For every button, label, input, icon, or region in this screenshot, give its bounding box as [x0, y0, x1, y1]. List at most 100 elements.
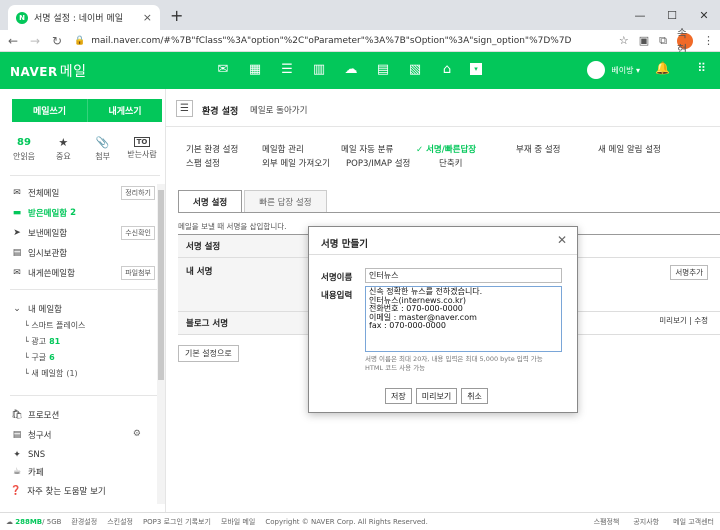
- mail-app-icon[interactable]: ✉: [214, 60, 232, 78]
- folder-bills[interactable]: ▤ 청구서 ⚙: [10, 425, 155, 445]
- read-receipt-button[interactable]: 수신확인: [121, 226, 155, 240]
- mailbox-drafts[interactable]: ▤ 임시보관함: [10, 243, 155, 263]
- memo-app-icon[interactable]: ▥: [310, 60, 328, 78]
- menu-absence[interactable]: 부재 중 설정: [516, 143, 561, 155]
- folder-branch-icon: └: [24, 320, 32, 330]
- grid-menu-icon[interactable]: ⠿: [697, 61, 706, 75]
- edit-link[interactable]: 수정: [694, 316, 708, 325]
- cancel-button[interactable]: 취소: [461, 388, 488, 404]
- menu-basic[interactable]: 기본 환경 설정: [186, 143, 238, 155]
- help-link[interactable]: ❓ 자주 찾는 도움말 보기: [10, 485, 106, 497]
- preview-link[interactable]: 미리보기: [659, 316, 687, 325]
- quick-recipient[interactable]: TO 받는사람: [124, 135, 160, 162]
- calendar-app-icon[interactable]: ▦: [246, 60, 264, 78]
- reset-defaults-button[interactable]: 기본 설정으로: [178, 345, 239, 362]
- address-bar: ← → ↻ 🔒 mail.naver.com/#%7B"fClass"%3A"o…: [0, 27, 720, 56]
- footer-link[interactable]: 모바일 메일: [221, 517, 255, 527]
- menu-pop3[interactable]: POP3/IMAP 설정: [346, 157, 410, 169]
- menu-auto-sort[interactable]: 메일 자동 분류: [341, 143, 393, 155]
- menu-shortcut[interactable]: 단축키: [439, 157, 462, 169]
- row-my-sig: 내 서명: [178, 258, 308, 311]
- mailbox-inbox[interactable]: ▬ 받은메일함 2: [10, 203, 155, 223]
- bookmark-star-icon[interactable]: ☆: [619, 34, 629, 47]
- naver-mail-logo[interactable]: NAVER 메일: [10, 61, 87, 81]
- quick-label: 받는사람: [127, 150, 157, 159]
- more-apps-icon[interactable]: ▾: [470, 63, 482, 75]
- envelope-icon: ✉: [13, 188, 21, 198]
- footer-link[interactable]: 스킨설정: [107, 517, 133, 527]
- bell-icon[interactable]: 🔔: [655, 61, 670, 75]
- row-blog-sig: 블로그 서명: [178, 312, 308, 334]
- footer-link[interactable]: 스팸정책: [594, 517, 620, 527]
- mailbox-sent[interactable]: ➤ 보낸메일함 수신확인: [10, 223, 155, 243]
- signature-content-textarea[interactable]: 신속 정확한 뉴스를 전하겠습니다. 인터뉴스(internews.co.kr)…: [365, 286, 562, 352]
- office-app-icon[interactable]: ▤: [374, 60, 392, 78]
- folder-item[interactable]: └ 광고 81: [10, 333, 155, 349]
- signature-name-input[interactable]: [365, 268, 562, 283]
- home-app-icon[interactable]: ⌂: [438, 60, 456, 78]
- menu-spam[interactable]: 스팸 설정: [186, 157, 220, 169]
- minimize-icon[interactable]: —: [624, 0, 656, 30]
- footer-link[interactable]: 환경설정: [71, 517, 97, 527]
- write-mail-button[interactable]: 메일쓰기: [12, 99, 87, 122]
- shopping-bag-icon: 🛍: [11, 410, 23, 420]
- tab-close-icon[interactable]: ×: [143, 11, 152, 24]
- write-self-button[interactable]: 내게쓰기: [87, 99, 162, 122]
- naver-favicon-icon: N: [16, 11, 28, 24]
- hamburger-icon[interactable]: ☰: [176, 100, 193, 117]
- menu-mailbox-mgmt[interactable]: 메일함 관리: [262, 143, 304, 155]
- forward-icon[interactable]: →: [26, 34, 44, 48]
- folder-name: 스마트 플레이스: [31, 320, 86, 330]
- preview-button[interactable]: 미리보기: [415, 388, 458, 404]
- scrollbar-thumb[interactable]: [158, 190, 164, 380]
- tab-quick-reply[interactable]: 빠른 답장 설정: [244, 190, 327, 212]
- menu-import[interactable]: 외부 메일 가져오기: [262, 157, 330, 169]
- quick-unread[interactable]: 89 안읽음: [6, 135, 42, 162]
- tab-signature[interactable]: 서명 설정: [178, 190, 243, 212]
- organize-button[interactable]: 정리하기: [121, 186, 155, 200]
- quick-attachment[interactable]: 📎 첨부: [85, 135, 121, 162]
- cloud-app-icon[interactable]: ☁: [342, 60, 360, 78]
- folder-cafe[interactable]: ☕ 카페: [10, 465, 155, 479]
- mailbox-label: 보낸메일함: [28, 229, 68, 239]
- mailbox-label: 받은메일함: [28, 209, 68, 219]
- profile-avatar[interactable]: 속현: [677, 27, 693, 56]
- contacts-app-icon[interactable]: ☰: [278, 60, 296, 78]
- word-app-icon[interactable]: ▧: [406, 60, 424, 78]
- storage-total: / 5GB: [42, 517, 62, 526]
- folder-promo[interactable]: 🛍 프로모션: [10, 405, 155, 425]
- footer-link[interactable]: 공지사항: [633, 517, 659, 527]
- footer-link[interactable]: 메일 고객센터: [673, 517, 714, 527]
- gear-icon[interactable]: ⚙: [133, 429, 141, 439]
- save-button[interactable]: 저장: [385, 388, 412, 404]
- browser-tab[interactable]: N 서명 설정 : 네이버 메일 ×: [8, 5, 160, 30]
- folder-item[interactable]: └ 새 메일함 (1): [10, 365, 155, 381]
- browser-menu-icon[interactable]: ⋮: [703, 34, 714, 47]
- folder-item[interactable]: └ 스마트 플레이스: [10, 317, 155, 333]
- naver-header: NAVER 메일 ✉ ▦ ☰ ▥ ☁ ▤ ▧ ⌂ ▾ 베이방 ▾ 🔔 ⠿: [0, 52, 720, 89]
- folder-count: 6: [49, 352, 55, 362]
- my-folders-header[interactable]: ⌄ 내 메일함: [10, 301, 155, 317]
- section-description: 메일을 보낼 때 서명을 삽입합니다.: [178, 222, 287, 231]
- menu-signature[interactable]: ✓ 서명/빠른답장: [416, 143, 476, 155]
- reload-icon[interactable]: ↻: [48, 34, 66, 48]
- folder-sns[interactable]: ✦ SNS: [10, 445, 155, 465]
- mailbox-all[interactable]: ✉ 전체메일 정리하기: [10, 183, 155, 203]
- footer-link[interactable]: POP3 로그인 기록보기: [143, 517, 211, 527]
- add-signature-button[interactable]: 서명추가: [670, 265, 708, 280]
- mailbox-self[interactable]: ✉ 내게쓴메일함 파일첨부: [10, 263, 155, 283]
- extension-icon[interactable]: ⧉: [659, 34, 667, 48]
- camera-icon[interactable]: ▣: [639, 34, 649, 47]
- close-icon[interactable]: ✕: [557, 233, 567, 247]
- file-attach-button[interactable]: 파일첨부: [121, 266, 155, 280]
- new-tab-icon[interactable]: +: [170, 6, 183, 25]
- url-field[interactable]: 🔒 mail.naver.com/#%7B"fClass"%3A"option"…: [74, 32, 609, 49]
- sidebar-scrollbar[interactable]: [157, 184, 165, 504]
- back-to-mail-link[interactable]: 메일로 돌아가기: [250, 104, 307, 116]
- page-title: 환경 설정: [202, 107, 239, 117]
- menu-new-alert[interactable]: 새 메일 알림 설정: [598, 143, 661, 155]
- back-icon[interactable]: ←: [4, 34, 22, 48]
- folder-item[interactable]: └ 구글 6: [10, 349, 155, 365]
- quick-important[interactable]: ★ 중요: [45, 135, 81, 162]
- user-menu[interactable]: 베이방 ▾: [587, 61, 640, 79]
